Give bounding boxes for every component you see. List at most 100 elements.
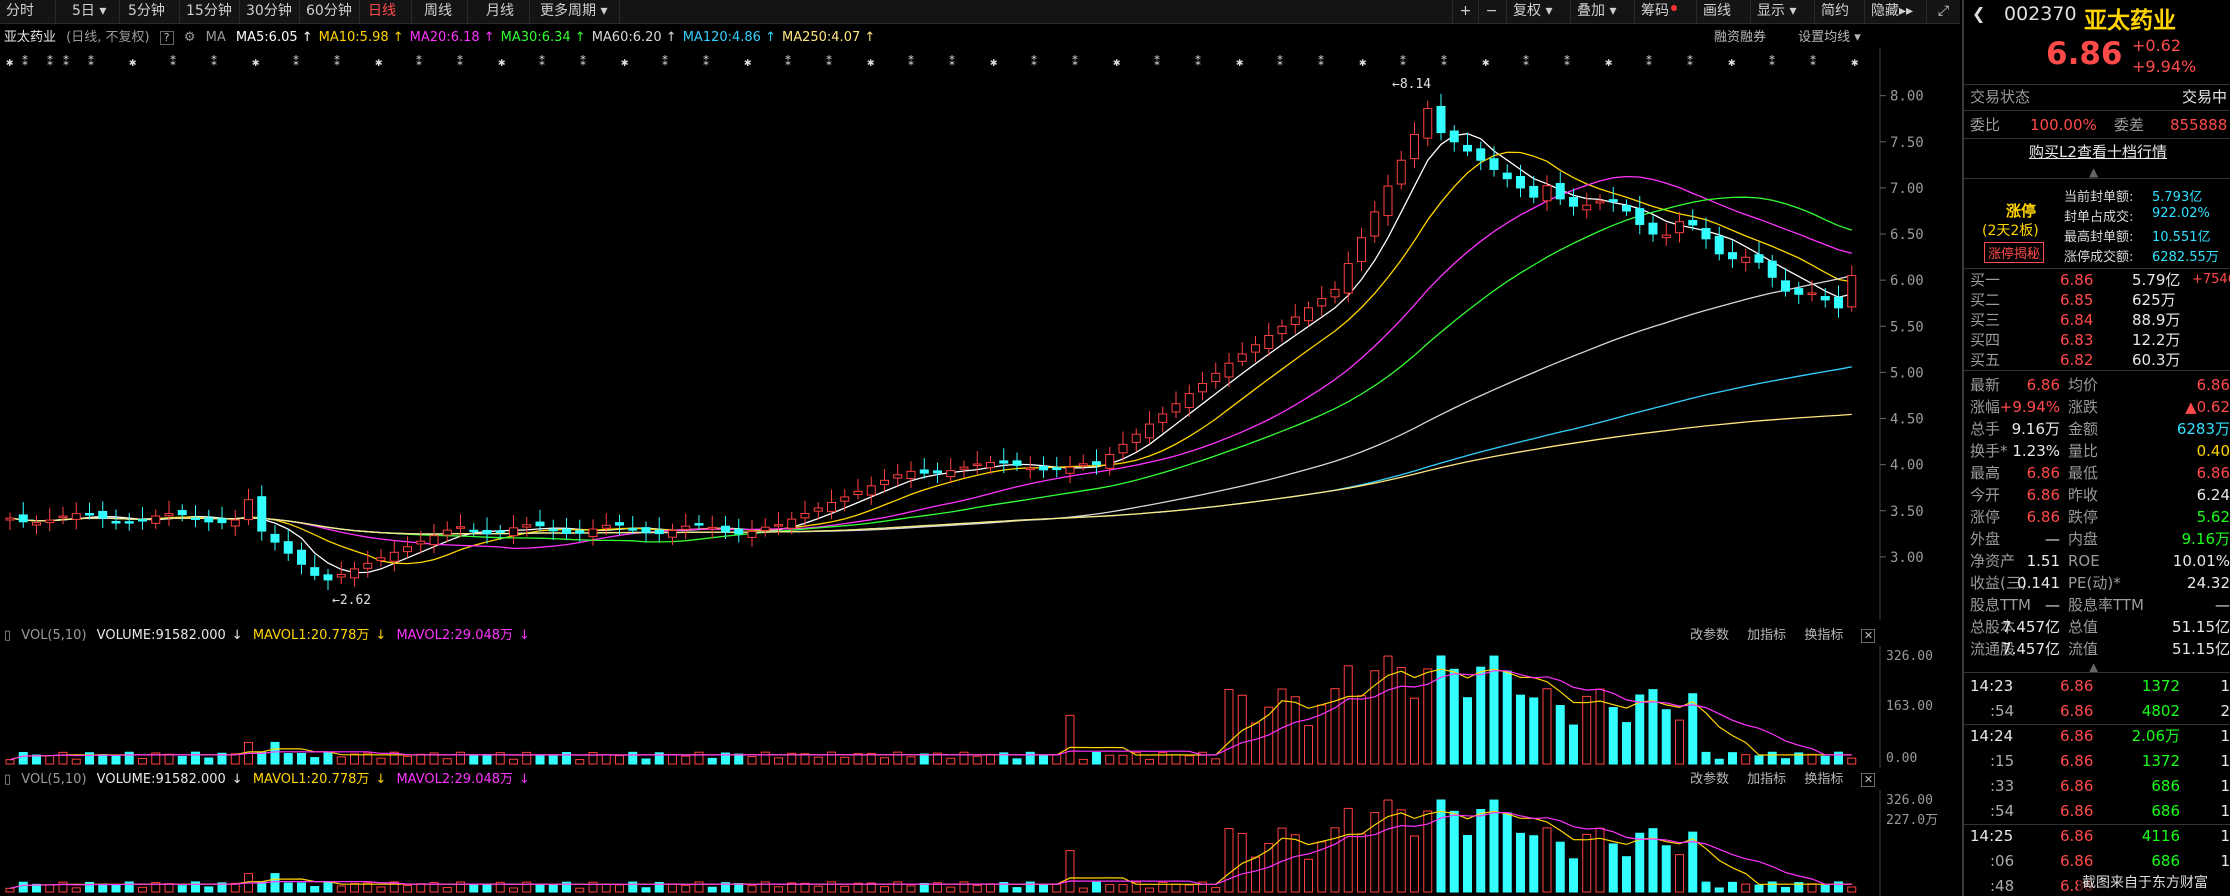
candle-body [323, 574, 333, 581]
close-icon[interactable]: ✕ [1861, 629, 1876, 643]
arrow-down-icon: ↓ [375, 628, 387, 643]
tab-60min[interactable]: 60分钟 [300, 0, 360, 24]
price-axis-label: 3.00 [1890, 550, 1924, 566]
switch-indicator-link[interactable]: 换指标 [1804, 772, 1843, 787]
zoom-in-button[interactable]: + [1452, 0, 1478, 24]
help-icon[interactable]: ? [159, 31, 174, 45]
chevron-left-icon[interactable]: ❮ [1972, 4, 1985, 23]
volume-bar [1078, 758, 1088, 765]
switch-indicator-link[interactable]: 换指标 [1804, 628, 1843, 643]
arrow-down-icon: ↓ [519, 628, 530, 643]
stat-value: 1.23% [2012, 442, 2060, 460]
volume-bar [1714, 758, 1724, 765]
bid-row[interactable]: 买五 6.82 60.3万 [1964, 350, 2230, 370]
chips-button[interactable]: 筹码 [1634, 0, 1696, 24]
candle-body [1396, 159, 1406, 185]
tab-more-periods[interactable]: 更多周期 ▾ [534, 0, 620, 24]
limit-up-reveal-button[interactable]: 涨停揭秘 [1984, 242, 2045, 263]
volume-bar [58, 751, 68, 765]
candle-body [1635, 208, 1645, 225]
event-marker-icon: ✱ [129, 55, 136, 69]
tab-daily[interactable]: 日线 [362, 0, 412, 24]
gear-icon[interactable]: ⚙ [184, 30, 196, 45]
tab-intraday[interactable]: 分时 [0, 0, 56, 24]
bid-row[interactable]: 买三 6.84 88.9万 [1964, 310, 2230, 330]
display-button[interactable]: 显示 ▾ [1750, 0, 1814, 24]
volume-bar [959, 751, 969, 765]
collapse-icon[interactable]: ▯ [4, 772, 11, 787]
candle-body [297, 549, 306, 565]
bid-row[interactable]: 买四 6.83 12.2万 [1964, 330, 2230, 350]
display-label: 显示 [1757, 3, 1785, 19]
limit-info-value: 5.793亿 [2152, 190, 2203, 205]
event-marker-icon: ⁑ [1687, 55, 1693, 69]
ma-values: MA5:6.05 ↑ MA10:5.98 ↑ MA20:6.18 ↑ MA30:6.3… [236, 30, 881, 45]
close-icon[interactable]: ✕ [1861, 773, 1876, 787]
tab-weekly[interactable]: 周线 [418, 0, 468, 24]
collapse-icon[interactable]: ▯ [4, 628, 11, 643]
add-indicator-link[interactable]: 加指标 [1747, 628, 1786, 643]
volume-bar [694, 751, 704, 765]
margin-trading-link[interactable]: 融资融券 [1714, 30, 1766, 45]
fullscreen-icon[interactable]: ⤢ [1926, 0, 1960, 24]
stat-value: 6283万 [2176, 420, 2230, 438]
arrow-down-icon: ↓ [231, 628, 243, 643]
candle-body [1065, 466, 1075, 474]
volume-bar [5, 759, 15, 765]
tab-30min[interactable]: 30分钟 [240, 0, 300, 24]
volume-bar [1555, 841, 1565, 893]
candle-body [204, 517, 214, 523]
tab-15min[interactable]: 15分钟 [180, 0, 240, 24]
buy-l2-link[interactable]: 购买L2查看十档行情 [1964, 141, 2230, 163]
bid-price: 6.82 [2060, 351, 2094, 369]
bid-extra: +7546 [2192, 272, 2230, 287]
divider [1964, 178, 2230, 179]
candle-body [800, 513, 810, 519]
volume-bar [522, 881, 532, 893]
zoom-out-button[interactable]: − [1478, 0, 1504, 24]
event-marker-icon: ✱ [990, 55, 997, 69]
overlay-button[interactable]: 叠加 ▾ [1570, 0, 1634, 24]
draw-button[interactable]: 画线 [1696, 0, 1750, 24]
hide-button[interactable]: 隐藏▸▸ [1864, 0, 1926, 24]
candle-body [1118, 443, 1128, 454]
stat-value: 9.16万 [2011, 420, 2060, 438]
stat-value: 51.15亿 [2172, 618, 2230, 636]
collapse-up-icon[interactable]: ▲ [2089, 165, 2098, 179]
candle-body [1463, 144, 1472, 152]
edit-params-link[interactable]: 改参数 [1690, 628, 1729, 643]
volume-bar [760, 881, 770, 893]
bid-row[interactable]: 买二 6.85 625万 [1964, 290, 2230, 310]
candle-body [1529, 185, 1539, 198]
volume-bar [1052, 883, 1062, 893]
candle-body [429, 535, 439, 546]
volume-bar [840, 756, 850, 765]
bid-row[interactable]: 买一 6.86 5.79亿 +7546 [1964, 270, 2230, 290]
tick-volume: 4116 [2141, 827, 2180, 845]
stat-value: 24.32 [2187, 574, 2230, 592]
divider [1964, 268, 2230, 269]
stat-row: 收益(三) 0.141 PE(动)* 24.32 [1964, 572, 2230, 594]
tick-volume: 2.06万 [2131, 727, 2180, 745]
ma-settings-link[interactable]: 设置均线 ▾ [1784, 30, 1861, 45]
tab-5day[interactable]: 5日 ▾ [66, 0, 120, 24]
tick-row: :54 6.86 4802 2 [1964, 699, 2230, 724]
candle-body [469, 529, 479, 533]
edit-params-link[interactable]: 改参数 [1690, 772, 1729, 787]
volume-bar [1304, 725, 1313, 765]
volume-chart-1[interactable]: 326.00 163.00 0.00 [0, 646, 1960, 768]
add-indicator-link[interactable]: 加指标 [1747, 772, 1786, 787]
tab-monthly[interactable]: 月线 [480, 0, 530, 24]
candle-body [32, 522, 41, 526]
simple-button[interactable]: 简约 [1814, 0, 1864, 24]
candle-body [827, 501, 836, 513]
tab-5min[interactable]: 5分钟 [122, 0, 180, 24]
volume-bar [336, 756, 346, 765]
candlestick-chart[interactable]: ✱ ⁑ ⁑ ✱ ⁑ ⁑ ✱ ⁑ ⁑ ✱ ⁑ ⁑ ✱ ⁑ ⁑ ✱ ⁑ ⁑ ✱ ⁑ ⁑ ✱ ⁑ ⁑ ✱ ⁑ ⁑ ✱ ⁑ ⁑ ✱ ⁑ ⁑ ✱ ⁑ ⁑ ✱ ⁑ ⁑ ✱… [0, 48, 1960, 620]
candle-body [98, 510, 108, 519]
event-marker-icon: ✱ [1482, 55, 1489, 69]
candle-body [217, 518, 227, 524]
volume-chart-2[interactable]: 326.00 227.0万 [0, 790, 1960, 896]
adjust-button[interactable]: 复权 ▾ [1506, 0, 1570, 24]
candle-body [1184, 393, 1194, 408]
